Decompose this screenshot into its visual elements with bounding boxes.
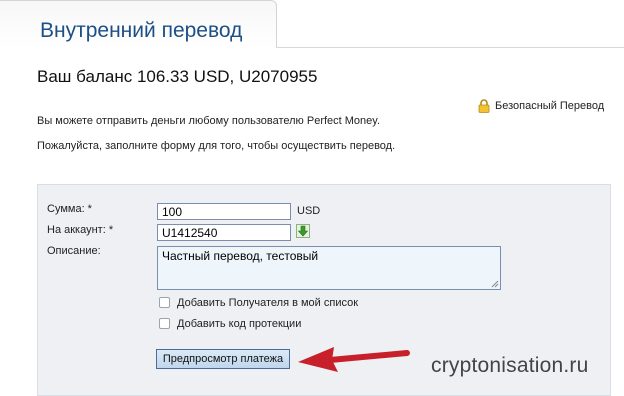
amount-label: Сумма: * — [47, 203, 92, 215]
description-label: Описание: — [47, 245, 101, 257]
description-text: Частный перевод, тестовый — [162, 249, 319, 263]
add-recipient-checkbox[interactable] — [159, 297, 170, 308]
resize-grip-icon[interactable] — [491, 280, 499, 288]
info-text-2: Пожалуйста, заполните форму для того, чт… — [37, 140, 396, 152]
red-arrow-icon — [298, 347, 410, 372]
watermark: cryptonisation.ru — [431, 354, 589, 377]
add-recipient-label: Добавить Получателя в мой список — [177, 297, 359, 309]
tab-divider — [276, 47, 624, 48]
download-arrow-icon[interactable] — [296, 224, 310, 238]
page-title: Внутренний перевод — [40, 19, 243, 42]
amount-input[interactable]: 100 — [157, 203, 291, 220]
preview-payment-button[interactable]: Предпросмотр платежа — [156, 349, 290, 369]
balance-heading: Ваш баланс 106.33 USD, U2070955 — [37, 67, 318, 86]
add-protection-label: Добавить код протекции — [177, 318, 302, 330]
account-input[interactable]: U1412540 — [157, 224, 291, 241]
description-textarea[interactable]: Частный перевод, тестовый — [157, 246, 501, 290]
info-text-1: Вы можете отправить деньги любому пользо… — [37, 115, 381, 127]
lock-icon — [478, 99, 490, 113]
currency-unit: USD — [297, 205, 321, 217]
secure-transfer-link[interactable]: Безопасный Перевод — [478, 99, 604, 113]
account-label: На аккаунт: * — [47, 224, 114, 236]
add-protection-checkbox[interactable] — [159, 318, 170, 329]
secure-transfer-label: Безопасный Перевод — [495, 100, 605, 112]
